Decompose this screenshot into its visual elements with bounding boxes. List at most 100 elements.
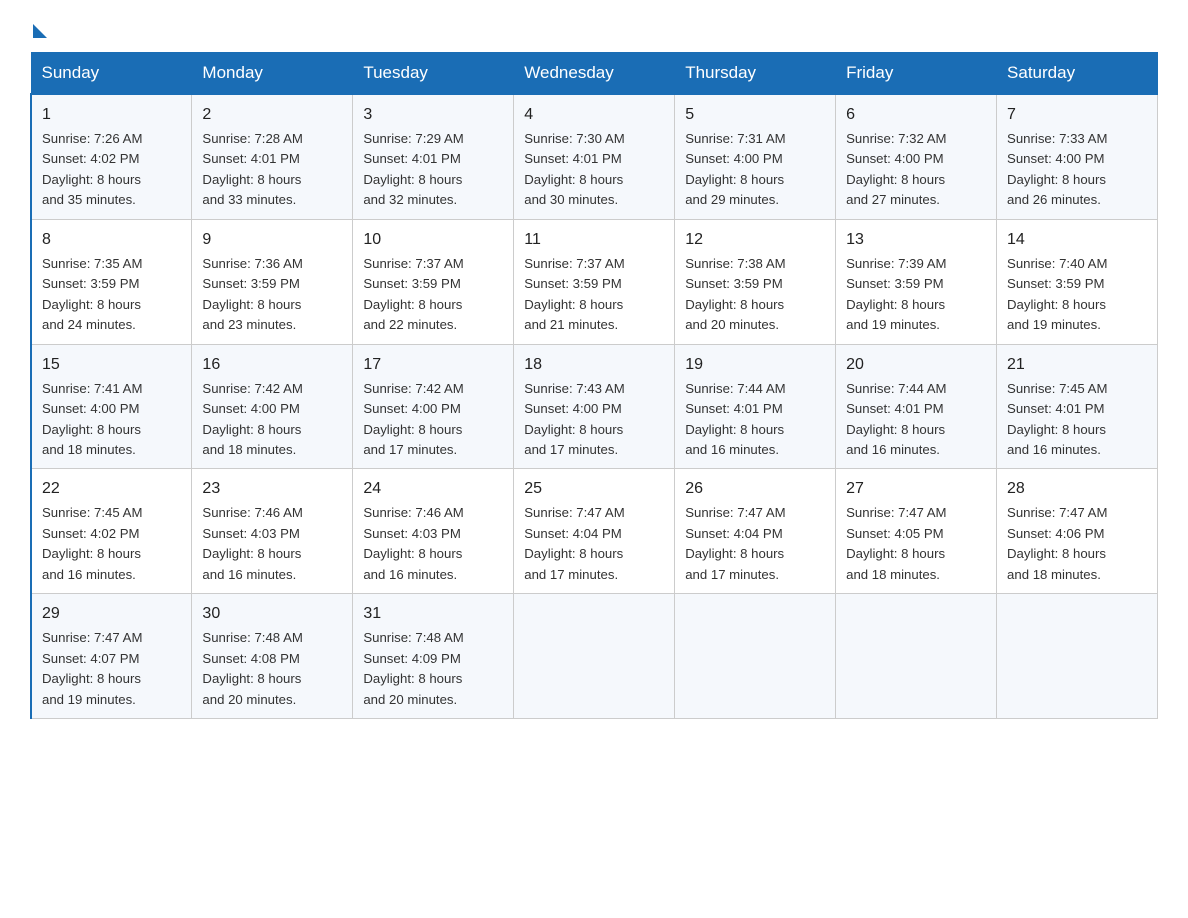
calendar-cell: 7 Sunrise: 7:33 AMSunset: 4:00 PMDayligh…	[997, 94, 1158, 219]
calendar-cell	[836, 594, 997, 719]
calendar-week-3: 15 Sunrise: 7:41 AMSunset: 4:00 PMDaylig…	[31, 344, 1158, 469]
calendar-cell: 25 Sunrise: 7:47 AMSunset: 4:04 PMDaylig…	[514, 469, 675, 594]
day-info: Sunrise: 7:44 AMSunset: 4:01 PMDaylight:…	[685, 381, 785, 457]
day-number: 11	[524, 228, 664, 252]
day-number: 21	[1007, 353, 1147, 377]
day-number: 3	[363, 103, 503, 127]
calendar-cell: 9 Sunrise: 7:36 AMSunset: 3:59 PMDayligh…	[192, 219, 353, 344]
column-header-tuesday: Tuesday	[353, 53, 514, 95]
day-info: Sunrise: 7:37 AMSunset: 3:59 PMDaylight:…	[524, 256, 624, 332]
day-number: 8	[42, 228, 181, 252]
calendar-cell: 24 Sunrise: 7:46 AMSunset: 4:03 PMDaylig…	[353, 469, 514, 594]
day-number: 30	[202, 602, 342, 626]
day-info: Sunrise: 7:40 AMSunset: 3:59 PMDaylight:…	[1007, 256, 1107, 332]
day-number: 4	[524, 103, 664, 127]
calendar-cell: 31 Sunrise: 7:48 AMSunset: 4:09 PMDaylig…	[353, 594, 514, 719]
day-number: 29	[42, 602, 181, 626]
calendar-header-row: SundayMondayTuesdayWednesdayThursdayFrid…	[31, 53, 1158, 95]
day-info: Sunrise: 7:39 AMSunset: 3:59 PMDaylight:…	[846, 256, 946, 332]
day-number: 6	[846, 103, 986, 127]
day-number: 20	[846, 353, 986, 377]
day-info: Sunrise: 7:38 AMSunset: 3:59 PMDaylight:…	[685, 256, 785, 332]
calendar-table: SundayMondayTuesdayWednesdayThursdayFrid…	[30, 52, 1158, 719]
day-number: 23	[202, 477, 342, 501]
day-number: 16	[202, 353, 342, 377]
day-info: Sunrise: 7:42 AMSunset: 4:00 PMDaylight:…	[363, 381, 463, 457]
calendar-cell: 21 Sunrise: 7:45 AMSunset: 4:01 PMDaylig…	[997, 344, 1158, 469]
day-info: Sunrise: 7:46 AMSunset: 4:03 PMDaylight:…	[363, 505, 463, 581]
calendar-cell: 28 Sunrise: 7:47 AMSunset: 4:06 PMDaylig…	[997, 469, 1158, 594]
day-number: 25	[524, 477, 664, 501]
day-info: Sunrise: 7:48 AMSunset: 4:09 PMDaylight:…	[363, 630, 463, 706]
column-header-thursday: Thursday	[675, 53, 836, 95]
calendar-week-5: 29 Sunrise: 7:47 AMSunset: 4:07 PMDaylig…	[31, 594, 1158, 719]
page-header	[30, 20, 1158, 34]
calendar-week-4: 22 Sunrise: 7:45 AMSunset: 4:02 PMDaylig…	[31, 469, 1158, 594]
day-info: Sunrise: 7:28 AMSunset: 4:01 PMDaylight:…	[202, 131, 302, 207]
day-number: 9	[202, 228, 342, 252]
calendar-cell: 10 Sunrise: 7:37 AMSunset: 3:59 PMDaylig…	[353, 219, 514, 344]
calendar-cell: 6 Sunrise: 7:32 AMSunset: 4:00 PMDayligh…	[836, 94, 997, 219]
calendar-cell: 2 Sunrise: 7:28 AMSunset: 4:01 PMDayligh…	[192, 94, 353, 219]
day-number: 14	[1007, 228, 1147, 252]
day-info: Sunrise: 7:47 AMSunset: 4:06 PMDaylight:…	[1007, 505, 1107, 581]
day-number: 22	[42, 477, 181, 501]
day-info: Sunrise: 7:30 AMSunset: 4:01 PMDaylight:…	[524, 131, 624, 207]
day-number: 10	[363, 228, 503, 252]
logo-triangle-icon	[33, 24, 47, 38]
calendar-cell: 16 Sunrise: 7:42 AMSunset: 4:00 PMDaylig…	[192, 344, 353, 469]
column-header-monday: Monday	[192, 53, 353, 95]
day-info: Sunrise: 7:37 AMSunset: 3:59 PMDaylight:…	[363, 256, 463, 332]
day-number: 19	[685, 353, 825, 377]
day-info: Sunrise: 7:48 AMSunset: 4:08 PMDaylight:…	[202, 630, 302, 706]
calendar-cell: 17 Sunrise: 7:42 AMSunset: 4:00 PMDaylig…	[353, 344, 514, 469]
calendar-cell: 18 Sunrise: 7:43 AMSunset: 4:00 PMDaylig…	[514, 344, 675, 469]
day-info: Sunrise: 7:45 AMSunset: 4:01 PMDaylight:…	[1007, 381, 1107, 457]
day-number: 18	[524, 353, 664, 377]
calendar-cell: 3 Sunrise: 7:29 AMSunset: 4:01 PMDayligh…	[353, 94, 514, 219]
calendar-cell: 27 Sunrise: 7:47 AMSunset: 4:05 PMDaylig…	[836, 469, 997, 594]
day-number: 5	[685, 103, 825, 127]
day-number: 17	[363, 353, 503, 377]
column-header-friday: Friday	[836, 53, 997, 95]
day-info: Sunrise: 7:33 AMSunset: 4:00 PMDaylight:…	[1007, 131, 1107, 207]
calendar-cell	[675, 594, 836, 719]
calendar-cell: 4 Sunrise: 7:30 AMSunset: 4:01 PMDayligh…	[514, 94, 675, 219]
calendar-cell	[514, 594, 675, 719]
calendar-cell	[997, 594, 1158, 719]
calendar-week-1: 1 Sunrise: 7:26 AMSunset: 4:02 PMDayligh…	[31, 94, 1158, 219]
day-number: 28	[1007, 477, 1147, 501]
calendar-week-2: 8 Sunrise: 7:35 AMSunset: 3:59 PMDayligh…	[31, 219, 1158, 344]
day-number: 12	[685, 228, 825, 252]
day-info: Sunrise: 7:36 AMSunset: 3:59 PMDaylight:…	[202, 256, 302, 332]
calendar-cell: 29 Sunrise: 7:47 AMSunset: 4:07 PMDaylig…	[31, 594, 192, 719]
calendar-cell: 30 Sunrise: 7:48 AMSunset: 4:08 PMDaylig…	[192, 594, 353, 719]
calendar-cell: 22 Sunrise: 7:45 AMSunset: 4:02 PMDaylig…	[31, 469, 192, 594]
day-number: 1	[42, 103, 181, 127]
day-number: 2	[202, 103, 342, 127]
day-info: Sunrise: 7:29 AMSunset: 4:01 PMDaylight:…	[363, 131, 463, 207]
calendar-cell: 13 Sunrise: 7:39 AMSunset: 3:59 PMDaylig…	[836, 219, 997, 344]
day-number: 13	[846, 228, 986, 252]
day-info: Sunrise: 7:26 AMSunset: 4:02 PMDaylight:…	[42, 131, 142, 207]
day-info: Sunrise: 7:47 AMSunset: 4:05 PMDaylight:…	[846, 505, 946, 581]
logo	[30, 20, 47, 34]
day-info: Sunrise: 7:41 AMSunset: 4:00 PMDaylight:…	[42, 381, 142, 457]
day-number: 24	[363, 477, 503, 501]
calendar-cell: 1 Sunrise: 7:26 AMSunset: 4:02 PMDayligh…	[31, 94, 192, 219]
calendar-cell: 12 Sunrise: 7:38 AMSunset: 3:59 PMDaylig…	[675, 219, 836, 344]
column-header-sunday: Sunday	[31, 53, 192, 95]
day-number: 7	[1007, 103, 1147, 127]
day-info: Sunrise: 7:44 AMSunset: 4:01 PMDaylight:…	[846, 381, 946, 457]
day-info: Sunrise: 7:32 AMSunset: 4:00 PMDaylight:…	[846, 131, 946, 207]
calendar-cell: 5 Sunrise: 7:31 AMSunset: 4:00 PMDayligh…	[675, 94, 836, 219]
calendar-cell: 11 Sunrise: 7:37 AMSunset: 3:59 PMDaylig…	[514, 219, 675, 344]
calendar-cell: 8 Sunrise: 7:35 AMSunset: 3:59 PMDayligh…	[31, 219, 192, 344]
day-info: Sunrise: 7:42 AMSunset: 4:00 PMDaylight:…	[202, 381, 302, 457]
day-info: Sunrise: 7:46 AMSunset: 4:03 PMDaylight:…	[202, 505, 302, 581]
day-number: 31	[363, 602, 503, 626]
column-header-saturday: Saturday	[997, 53, 1158, 95]
day-number: 27	[846, 477, 986, 501]
day-info: Sunrise: 7:43 AMSunset: 4:00 PMDaylight:…	[524, 381, 624, 457]
calendar-cell: 20 Sunrise: 7:44 AMSunset: 4:01 PMDaylig…	[836, 344, 997, 469]
